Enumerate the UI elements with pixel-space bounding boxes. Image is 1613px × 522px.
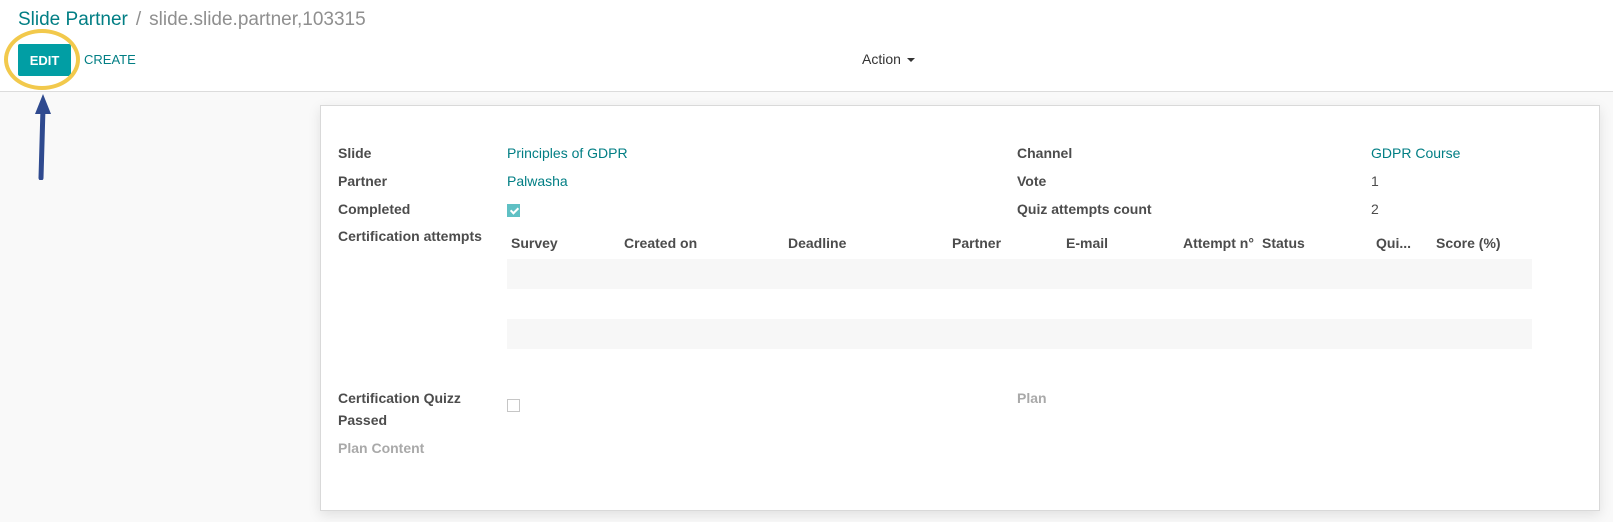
- up-arrow-annotation: [35, 94, 51, 180]
- channel-label: Channel: [1017, 145, 1073, 161]
- column-header-quiz[interactable]: Qui...: [1376, 232, 1411, 254]
- certification-quizz-passed-label-line2: Passed: [338, 412, 388, 428]
- quiz-attempts-count-value: 2: [1371, 201, 1379, 217]
- column-header-partner[interactable]: Partner: [952, 232, 1001, 254]
- plan-label: Plan: [1017, 390, 1047, 406]
- breadcrumb-parent-link[interactable]: Slide Partner: [18, 9, 128, 30]
- certification-attempts-label: Certification attempts: [338, 228, 482, 244]
- vote-value: 1: [1371, 173, 1379, 189]
- plan-content-label: Plan Content: [338, 440, 425, 456]
- quiz-attempts-count-label: Quiz attempts count: [1017, 201, 1152, 217]
- table-row-empty: [507, 319, 1532, 349]
- column-header-status[interactable]: Status: [1262, 232, 1305, 254]
- action-dropdown-label: Action: [862, 51, 901, 67]
- highlight-ring-annotation: [4, 29, 80, 90]
- form-sheet: Slide Principles of GDPR Partner Palwash…: [320, 105, 1600, 511]
- column-header-survey[interactable]: Survey: [511, 232, 558, 254]
- partner-label: Partner: [338, 173, 388, 189]
- partner-value-link[interactable]: Palwasha: [507, 170, 568, 192]
- channel-value-link[interactable]: GDPR Course: [1371, 142, 1460, 164]
- certification-quizz-passed-label-line1: Certification Quizz: [338, 390, 461, 406]
- table-row-empty: [507, 259, 1532, 289]
- caret-down-icon: [906, 58, 915, 63]
- column-header-attempt-number[interactable]: Attempt n°: [1183, 232, 1254, 254]
- certification-quizz-passed-checkbox[interactable]: [507, 399, 520, 412]
- breadcrumb: Slide Partner / slide.slide.partner,103315: [18, 9, 366, 31]
- control-panel: Slide Partner / slide.slide.partner,103315…: [0, 0, 1613, 92]
- column-header-deadline[interactable]: Deadline: [788, 232, 846, 254]
- slide-value-link[interactable]: Principles of GDPR: [507, 142, 628, 164]
- column-header-email[interactable]: E-mail: [1066, 232, 1108, 254]
- completed-checkbox[interactable]: [507, 204, 520, 217]
- column-header-created-on[interactable]: Created on: [624, 232, 697, 254]
- slide-label: Slide: [338, 145, 372, 161]
- completed-label: Completed: [338, 201, 411, 217]
- column-header-score[interactable]: Score (%): [1436, 232, 1501, 254]
- breadcrumb-separator: /: [135, 9, 142, 30]
- vote-label: Vote: [1017, 173, 1047, 189]
- breadcrumb-current: slide.slide.partner,103315: [149, 9, 366, 30]
- create-button[interactable]: CREATE: [84, 44, 136, 76]
- action-dropdown[interactable]: Action: [862, 51, 915, 67]
